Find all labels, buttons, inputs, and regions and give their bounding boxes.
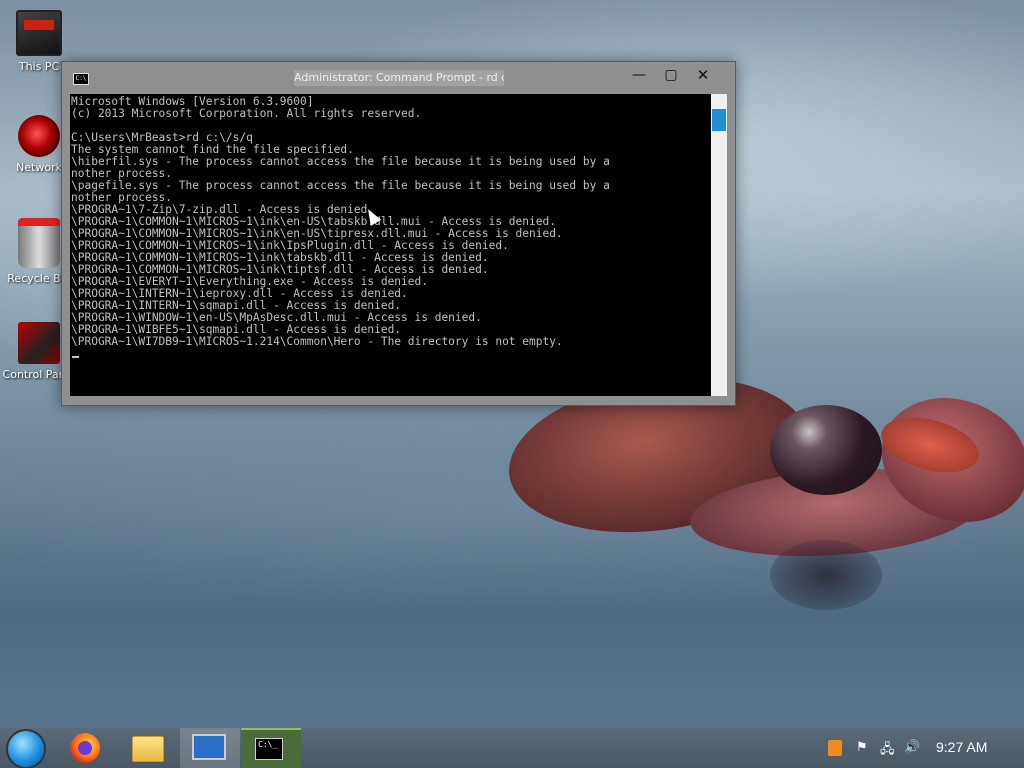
recycle-bin-icon (18, 218, 60, 268)
minimize-button[interactable]: — (622, 65, 656, 85)
start-orb-icon (8, 731, 44, 767)
taskbar: C:\_ ⚑ 🖧 🔊 9:27 AM (0, 728, 1024, 768)
wallpaper-water-drop (770, 405, 882, 495)
network-tray-icon[interactable]: 🖧 (880, 740, 895, 757)
action-center-flag-icon[interactable]: ⚑ (856, 740, 868, 756)
taskbar-file-explorer[interactable] (118, 728, 178, 768)
computer-icon (16, 10, 62, 56)
network-icon (18, 115, 60, 157)
command-prompt-window[interactable]: C:\ Administrator: Command Prompt - rd c… (61, 61, 736, 406)
maximize-button[interactable]: ▢ (654, 65, 688, 85)
wallpaper-reflection (770, 540, 882, 610)
text-cursor (72, 356, 79, 358)
window-title: Administrator: Command Prompt - rd c:\ /… (294, 70, 504, 86)
command-prompt-icon[interactable]: C:\ (73, 73, 89, 85)
folder-icon (132, 736, 164, 762)
volume-icon[interactable]: 🔊 (904, 740, 920, 756)
scrollbar-thumb[interactable] (712, 109, 726, 131)
window-titlebar[interactable]: C:\ Administrator: Command Prompt - rd c… (62, 62, 735, 92)
taskbar-firefox[interactable] (56, 728, 116, 768)
command-prompt-icon: C:\_ (255, 738, 283, 760)
close-button[interactable]: ✕ (686, 65, 720, 85)
tray-app-icon[interactable] (828, 740, 842, 756)
taskbar-remote-desktop[interactable] (180, 728, 240, 768)
clock[interactable]: 9:27 AM (936, 739, 987, 755)
start-button[interactable] (0, 728, 60, 768)
console-output[interactable]: Microsoft Windows [Version 6.3.9600] (c)… (70, 94, 711, 396)
firefox-icon (70, 733, 100, 763)
taskbar-command-prompt[interactable]: C:\_ (241, 728, 301, 768)
vertical-scrollbar[interactable] (711, 94, 727, 396)
console-text: Microsoft Windows [Version 6.3.9600] (c)… (71, 95, 610, 348)
remote-desktop-icon (192, 734, 226, 760)
control-panel-icon (18, 322, 60, 364)
